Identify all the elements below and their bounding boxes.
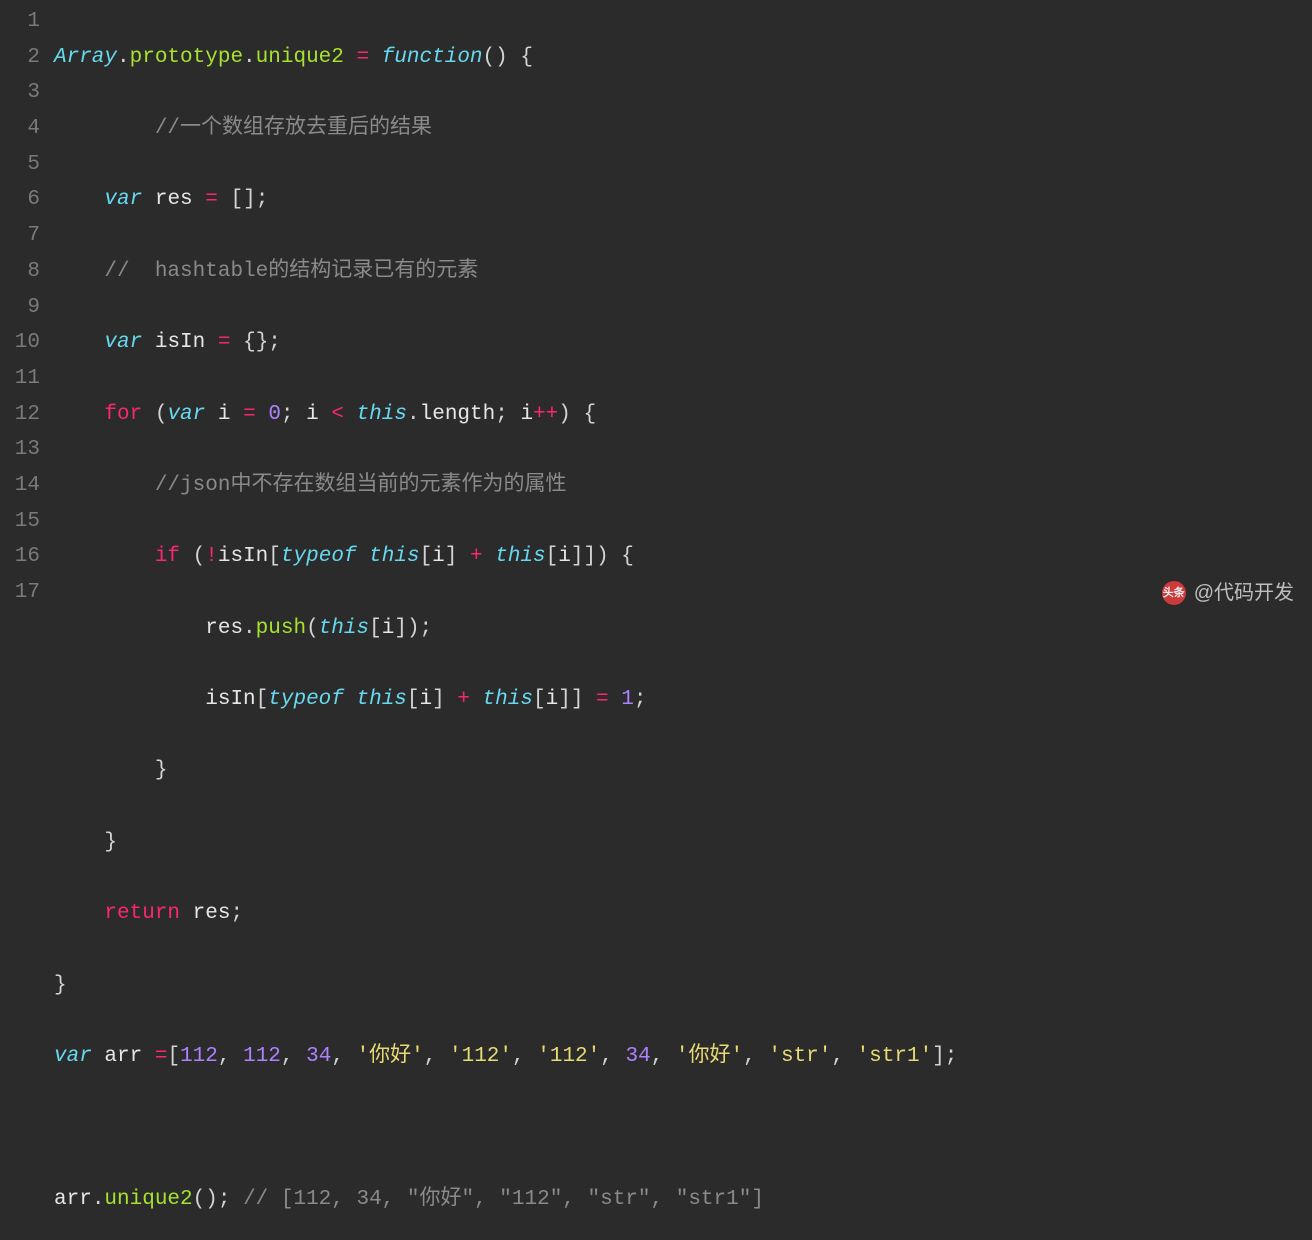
code-line[interactable]: //一个数组存放去重后的结果: [54, 111, 1312, 147]
line-number: 6: [0, 182, 40, 218]
code-area[interactable]: Array.prototype.unique2 = function() { /…: [54, 4, 1312, 1240]
toutiao-icon: 头条: [1162, 581, 1186, 605]
code-line[interactable]: res.push(this[i]);: [54, 611, 1312, 647]
line-number: 3: [0, 75, 40, 111]
code-line[interactable]: }: [54, 753, 1312, 789]
line-number: 16: [0, 539, 40, 575]
line-number: 12: [0, 397, 40, 433]
code-line[interactable]: [54, 1110, 1312, 1146]
code-line[interactable]: arr.unique2(); // [112, 34, "你好", "112",…: [54, 1182, 1312, 1218]
code-line[interactable]: var arr =[112, 112, 34, '你好', '112', '11…: [54, 1039, 1312, 1075]
line-number: 17: [0, 575, 40, 611]
watermark: 头条 @代码开发: [1162, 576, 1294, 610]
line-number: 14: [0, 468, 40, 504]
line-number: 11: [0, 361, 40, 397]
line-number: 1: [0, 4, 40, 40]
line-number: 10: [0, 325, 40, 361]
code-editor[interactable]: 1 2 3 4 5 6 7 8 9 10 11 12 13 14 15 16 1…: [0, 0, 1312, 1240]
watermark-text: @代码开发: [1194, 576, 1294, 610]
code-line[interactable]: var isIn = {};: [54, 325, 1312, 361]
line-number: 5: [0, 147, 40, 183]
line-number: 4: [0, 111, 40, 147]
code-line[interactable]: if (!isIn[typeof this[i] + this[i]]) {: [54, 539, 1312, 575]
code-line[interactable]: for (var i = 0; i < this.length; i++) {: [54, 397, 1312, 433]
line-number: 13: [0, 432, 40, 468]
code-line[interactable]: // hashtable的结构记录已有的元素: [54, 254, 1312, 290]
code-line[interactable]: var res = [];: [54, 182, 1312, 218]
code-line[interactable]: Array.prototype.unique2 = function() {: [54, 40, 1312, 76]
code-line[interactable]: isIn[typeof this[i] + this[i]] = 1;: [54, 682, 1312, 718]
code-line[interactable]: return res;: [54, 896, 1312, 932]
line-number: 9: [0, 290, 40, 326]
line-number: 8: [0, 254, 40, 290]
line-number-gutter: 1 2 3 4 5 6 7 8 9 10 11 12 13 14 15 16 1…: [0, 4, 54, 1240]
line-number: 2: [0, 40, 40, 76]
line-number: 7: [0, 218, 40, 254]
code-line[interactable]: }: [54, 825, 1312, 861]
line-number: 15: [0, 504, 40, 540]
code-line[interactable]: //json中不存在数组当前的元素作为的属性: [54, 468, 1312, 504]
code-line[interactable]: }: [54, 968, 1312, 1004]
